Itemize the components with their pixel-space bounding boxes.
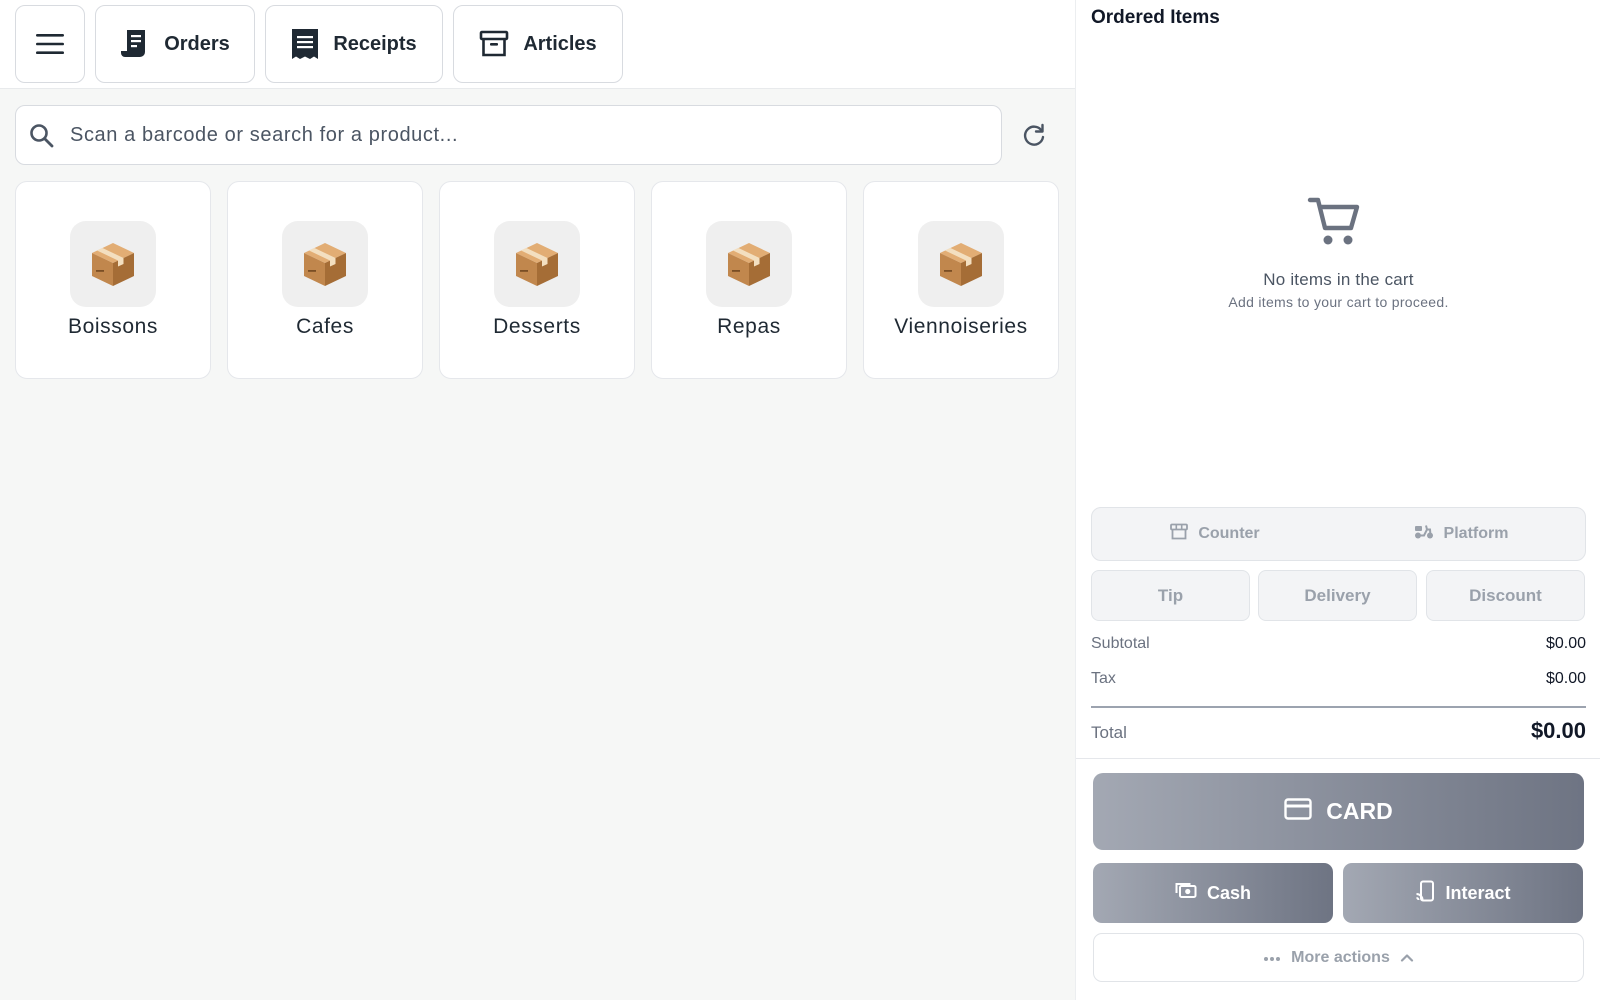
tip-button[interactable]: Tip (1091, 570, 1250, 621)
store-icon (1170, 523, 1189, 545)
order-type-toggle: Counter Platform (1091, 507, 1586, 561)
platform-label: Platform (1443, 524, 1509, 542)
card-payment-label: CARD (1326, 798, 1393, 824)
receipts-label: Receipts (333, 32, 417, 55)
subtotal-label: Subtotal (1091, 635, 1150, 652)
receipt-icon (291, 28, 319, 60)
subtotal-row: Subtotal $0.00 (1091, 635, 1586, 653)
category-card-repas[interactable]: Repas (651, 181, 847, 379)
total-value: $0.00 (1530, 718, 1586, 743)
category-label: Repas (717, 315, 781, 338)
search-icon (29, 123, 55, 154)
category-card-cafes[interactable]: Cafes (227, 181, 423, 379)
orders-icon (120, 28, 150, 60)
cash-payment-button[interactable]: Cash (1093, 863, 1333, 923)
discount-button[interactable]: Discount (1426, 570, 1585, 621)
search-box (15, 105, 1002, 165)
contactless-terminal-icon (1415, 880, 1435, 907)
counter-option[interactable]: Counter (1092, 508, 1338, 559)
card-payment-button[interactable]: CARD (1093, 773, 1584, 850)
package-icon (282, 221, 368, 307)
ellipsis-icon (1263, 949, 1281, 967)
tax-label: Tax (1091, 670, 1116, 687)
total-row: Total $0.00 (1091, 718, 1586, 744)
package-icon (918, 221, 1004, 307)
interact-label: Interact (1445, 882, 1511, 903)
articles-label: Articles (523, 32, 597, 55)
category-label: Desserts (493, 315, 581, 338)
tax-row: Tax $0.00 (1091, 670, 1586, 688)
payment-divider (1076, 758, 1600, 759)
orders-label: Orders (164, 32, 230, 55)
subtotal-value: $0.00 (1545, 635, 1586, 652)
product-pane: Orders Receipts Articles Scan a barcode … (0, 0, 1075, 1000)
category-label: Boissons (67, 315, 158, 338)
receipts-button[interactable]: Receipts (265, 5, 443, 83)
cart-title: Ordered Items (1091, 7, 1220, 28)
archive-icon (479, 29, 509, 59)
summary-divider (1091, 706, 1586, 708)
package-icon (70, 221, 156, 307)
articles-button[interactable]: Articles (453, 5, 623, 83)
cart-pane: Ordered Items No items in the cart Add i… (1075, 0, 1600, 1000)
credit-card-icon (1284, 797, 1312, 826)
delivery-button[interactable]: Delivery (1258, 570, 1417, 621)
empty-cart-title: No items in the cart (1263, 270, 1414, 289)
package-icon (706, 221, 792, 307)
chevron-up-icon (1400, 949, 1414, 967)
more-actions-label: More actions (1291, 948, 1390, 966)
category-label: Viennoiseries (894, 315, 1028, 338)
orders-button[interactable]: Orders (95, 5, 255, 83)
interact-payment-button[interactable]: Interact (1343, 863, 1583, 923)
category-card-boissons[interactable]: Boissons (15, 181, 211, 379)
cash-label: Cash (1206, 882, 1251, 903)
pos-app: Orders Receipts Articles Scan a barcode … (0, 0, 1600, 1000)
category-card-viennoiseries[interactable]: Viennoiseries (863, 181, 1059, 379)
total-label: Total (1091, 723, 1127, 742)
counter-label: Counter (1198, 524, 1260, 542)
category-card-desserts[interactable]: Desserts (439, 181, 635, 379)
scooter-icon (1414, 523, 1434, 545)
package-icon (494, 221, 580, 307)
empty-cart-subtitle: Add items to your cart to proceed. (1228, 294, 1449, 310)
refresh-icon[interactable] (1020, 121, 1048, 149)
hamburger-icon (36, 33, 64, 55)
category-grid: Boissons Cafes Desserts Repas Viennoiser… (15, 181, 1060, 381)
platform-option[interactable]: Platform (1338, 508, 1584, 559)
menu-button[interactable] (15, 5, 85, 83)
shopping-cart-icon (1307, 195, 1363, 254)
more-actions-button[interactable]: More actions (1093, 933, 1584, 982)
cash-icon (1175, 882, 1197, 905)
search-input[interactable] (70, 114, 970, 156)
category-label: Cafes (296, 315, 354, 338)
top-toolbar: Orders Receipts Articles (0, 0, 1075, 89)
tax-value: $0.00 (1545, 670, 1586, 687)
